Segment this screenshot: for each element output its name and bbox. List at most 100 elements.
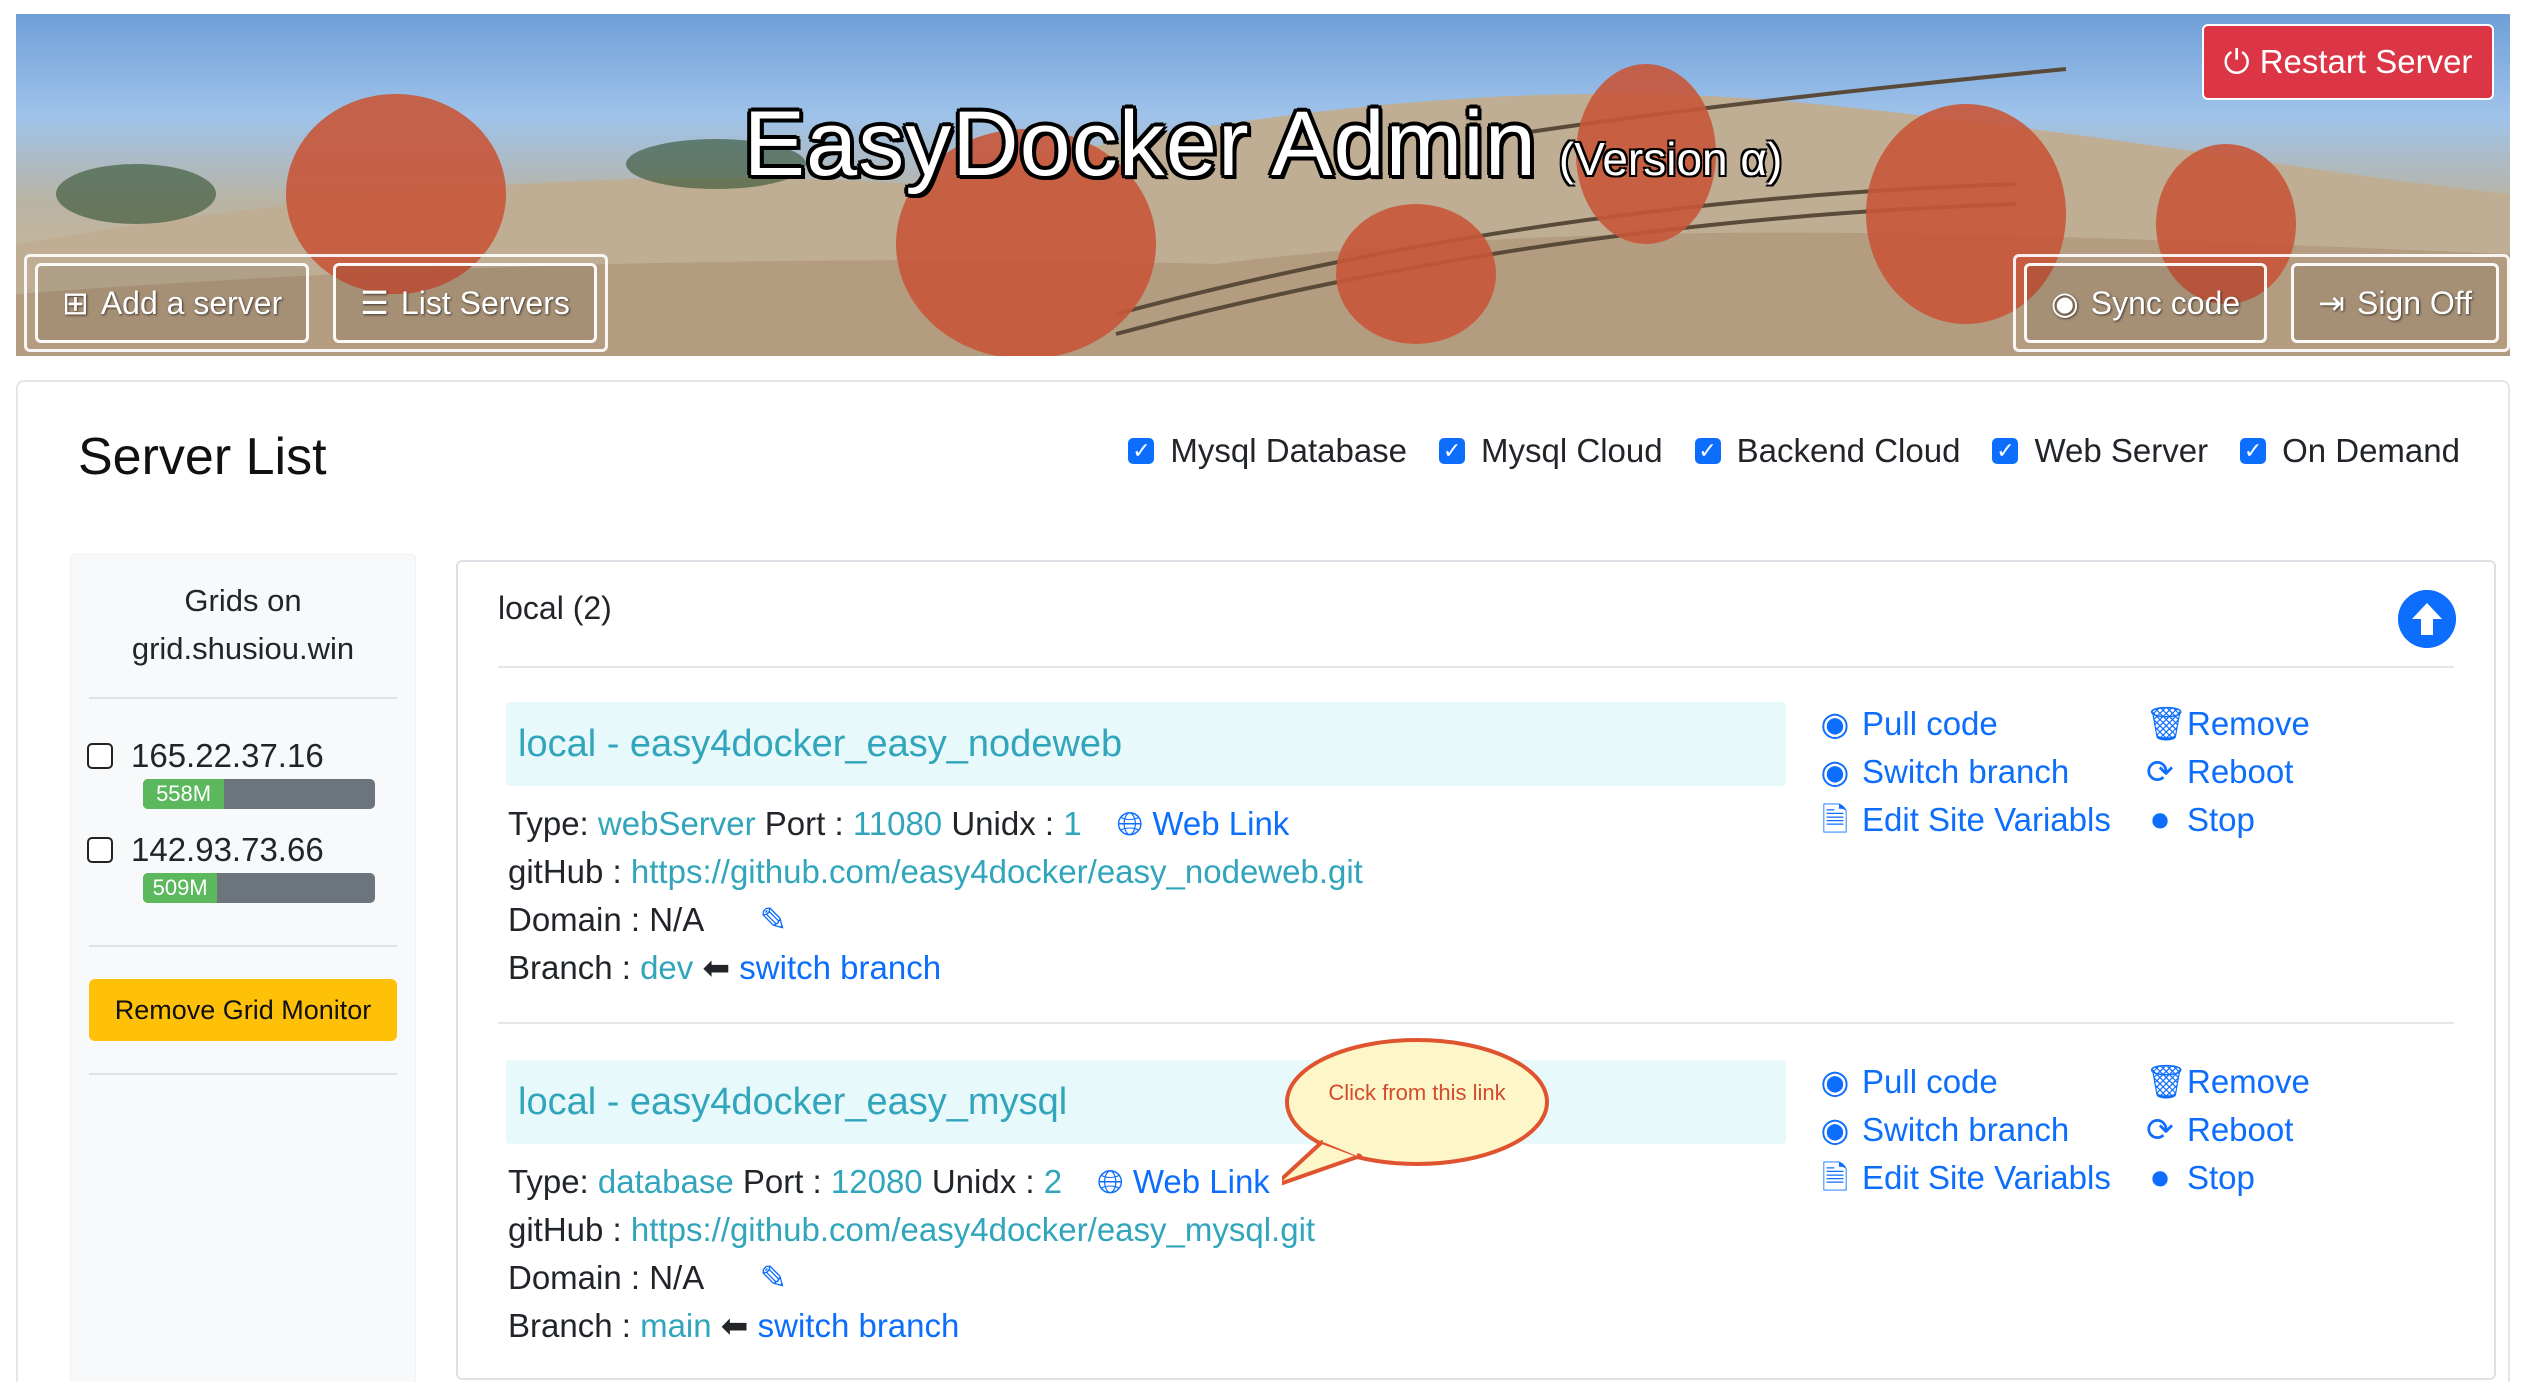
checkbox-checked[interactable]: ✓ <box>1128 438 1155 464</box>
power-icon: ⏻ <box>2223 42 2250 80</box>
filter-label: Mysql Database <box>1170 432 1408 469</box>
sidebar-title-line1: Grids on <box>184 583 302 618</box>
filter-label: Web Server <box>2034 432 2209 469</box>
edit-pencil-icon[interactable]: ✎ <box>760 1259 788 1296</box>
switch-branch-action[interactable]: ◉ Switch branch <box>1820 748 2145 796</box>
remove-action[interactable]: 🗑︎ Remove <box>2145 700 2345 748</box>
edit-pencil-icon[interactable]: ✎ <box>760 901 788 938</box>
github-icon: ◉ <box>1820 705 1850 742</box>
remove-action[interactable]: 🗑︎ Remove <box>2145 1058 2345 1106</box>
divider <box>89 945 397 947</box>
grid-sidebar: Grids on grid.shusiou.win 165.22.37.16 5… <box>70 554 416 1382</box>
right-button-group: ◉ Sync code ⇥ Sign Off <box>2012 254 2510 352</box>
filter-web-server[interactable]: ✓ Web Server <box>1992 432 2208 470</box>
restart-server-button[interactable]: ⏻ Restart Server <box>2202 24 2494 100</box>
left-button-group: ⊞ Add a server ☰ List Servers <box>24 254 608 352</box>
sign-out-icon: ⇥ <box>2318 285 2345 321</box>
file-code-icon: 🗎︎ <box>1821 1159 1849 1196</box>
divider <box>89 697 397 699</box>
sidebar-title: Grids on grid.shusiou.win <box>71 577 415 673</box>
remove-label: Remove <box>2187 1063 2310 1100</box>
grid-item: 142.93.73.66 509M <box>71 831 415 903</box>
list-icon: ☰ <box>360 285 389 321</box>
stop-action[interactable]: ⏺︎ Stop <box>2145 1154 2345 1202</box>
arrow-left-icon: ⬅ <box>702 949 731 986</box>
sign-off-label: Sign Off <box>2356 284 2472 321</box>
file-code-icon: 🗎︎ <box>1821 801 1849 838</box>
github-link[interactable]: https://github.com/easy4docker/easy_node… <box>631 853 1363 890</box>
web-link[interactable]: 🌐︎ Web Link <box>1097 1163 1270 1200</box>
remove-grid-monitor-button[interactable]: Remove Grid Monitor <box>89 979 397 1041</box>
pull-code-action[interactable]: ◉ Pull code <box>1820 1058 2145 1106</box>
unidx-label: Unidx : <box>951 805 1055 842</box>
switch-branch-link[interactable]: switch branch <box>739 949 941 986</box>
server-title: local - easy4docker_easy_nodeweb <box>506 702 1786 786</box>
reboot-action[interactable]: ⟳ Reboot <box>2145 748 2345 796</box>
callout-bubble <box>1282 1038 1549 1186</box>
stop-action[interactable]: ⏺︎ Stop <box>2145 796 2345 844</box>
filter-label: Mysql Cloud <box>1481 432 1663 469</box>
grid-usage-bar: 509M <box>143 873 375 903</box>
github-icon: ◉ <box>1820 1111 1850 1148</box>
pull-code-action[interactable]: ◉ Pull code <box>1820 700 2145 748</box>
arrow-left-icon: ⬅ <box>720 1307 749 1344</box>
header-banner: EasyDocker Admin (Version α) ⏻ Restart Se… <box>16 14 2510 356</box>
branch-label: Branch : <box>508 1307 631 1344</box>
github-icon: ◉ <box>2050 285 2079 321</box>
web-link[interactable]: 🌐︎ Web Link <box>1117 805 1290 842</box>
server-title: local - easy4docker_easy_mysql <box>506 1060 1786 1144</box>
switch-branch-label: Switch branch <box>1862 1111 2070 1148</box>
port-value: 11080 <box>852 805 943 842</box>
filter-mysql-cloud[interactable]: ✓ Mysql Cloud <box>1439 432 1663 470</box>
reboot-label: Reboot <box>2187 753 2294 790</box>
page-title: Server List <box>78 428 327 486</box>
switch-branch-link[interactable]: switch branch <box>758 1307 960 1344</box>
scroll-up-icon[interactable] <box>2398 590 2456 648</box>
grid-ip: 165.22.37.16 <box>131 737 324 774</box>
checkbox-checked[interactable]: ✓ <box>1439 438 1466 464</box>
web-link-label: Web Link <box>1152 805 1290 842</box>
list-servers-label: List Servers <box>400 284 570 321</box>
app-title: EasyDocker Admin <box>743 93 1537 195</box>
edit-variables-action[interactable]: 🗎︎ Edit Site Variabls <box>1820 1154 2145 1202</box>
divider <box>498 1022 2454 1024</box>
refresh-icon: ⟳ <box>2146 1111 2174 1148</box>
sync-code-label: Sync code <box>2090 284 2241 321</box>
filter-on-demand[interactable]: ✓ On Demand <box>2240 432 2460 470</box>
add-server-button[interactable]: ⊞ Add a server <box>35 263 310 343</box>
checkbox-checked[interactable]: ✓ <box>1694 438 1721 464</box>
panel-heading: local (2) <box>498 590 612 626</box>
github-icon: ◉ <box>1820 753 1850 790</box>
restart-server-label: Restart Server <box>2259 43 2473 80</box>
list-servers-button[interactable]: ☰ List Servers <box>333 263 597 343</box>
globe-icon: 🌐︎ <box>1097 1163 1124 1200</box>
divider <box>498 666 2454 668</box>
edit-variables-action[interactable]: 🗎︎ Edit Site Variabls <box>1820 796 2145 844</box>
banner-title: EasyDocker Admin (Version α) <box>16 92 2510 197</box>
checkbox-checked[interactable]: ✓ <box>1992 438 2019 464</box>
github-label: gitHub : <box>508 853 622 890</box>
grid-item: 165.22.37.16 558M <box>71 737 415 809</box>
grid-checkbox[interactable] <box>87 743 113 769</box>
grid-checkbox[interactable] <box>87 837 113 863</box>
pull-code-label: Pull code <box>1862 1063 1998 1100</box>
checkbox-checked[interactable]: ✓ <box>2240 438 2267 464</box>
github-link[interactable]: https://github.com/easy4docker/easy_mysq… <box>631 1211 1315 1248</box>
filter-backend-cloud[interactable]: ✓ Backend Cloud <box>1694 432 1961 470</box>
sign-off-button[interactable]: ⇥ Sign Off <box>2291 263 2499 343</box>
type-label: Type: <box>508 805 589 842</box>
switch-branch-action[interactable]: ◉ Switch branch <box>1820 1106 2145 1154</box>
reboot-label: Reboot <box>2187 1111 2294 1148</box>
edit-variables-label: Edit Site Variabls <box>1862 1159 2111 1196</box>
domain-label: Domain : N/A <box>508 901 703 938</box>
reboot-action[interactable]: ⟳ Reboot <box>2145 1106 2345 1154</box>
server-panel: local (2) local - easy4docker_easy_nodew… <box>456 560 2496 1380</box>
github-icon: ◉ <box>1820 1063 1850 1100</box>
unidx-value: 2 <box>1043 1163 1063 1200</box>
trash-icon: 🗑︎ <box>2145 1063 2187 1100</box>
sync-code-button[interactable]: ◉ Sync code <box>2023 263 2268 343</box>
filter-mysql-database[interactable]: ✓ Mysql Database <box>1128 432 1407 470</box>
port-label: Port : <box>764 805 844 842</box>
sidebar-title-line2: grid.shusiou.win <box>131 631 355 666</box>
filter-label: Backend Cloud <box>1736 432 1961 469</box>
